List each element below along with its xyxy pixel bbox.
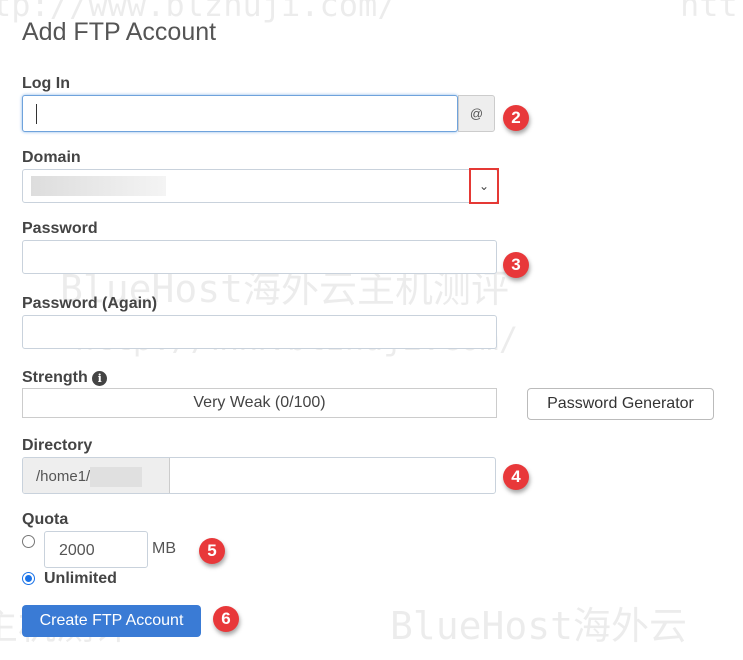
info-icon[interactable]: i: [92, 371, 108, 386]
domain-select[interactable]: [22, 169, 498, 203]
quota-input[interactable]: 2000: [44, 531, 148, 568]
quota-unit: MB: [152, 540, 176, 557]
directory-prefix: /home1/: [23, 458, 170, 493]
create-ftp-account-button[interactable]: Create FTP Account: [22, 605, 201, 637]
password-label: Password: [22, 220, 98, 237]
password-input[interactable]: [22, 240, 497, 274]
directory-prefix-text: /home1/: [36, 467, 91, 485]
password-again-label: Password (Again): [22, 295, 158, 312]
directory-label: Directory: [22, 437, 93, 454]
domain-label: Domain: [22, 149, 81, 166]
watermark: BlueHost海外云: [390, 604, 688, 648]
blurred-domain: [31, 176, 166, 196]
strength-label-text: Strength: [22, 369, 88, 386]
step-badge: 5: [199, 538, 225, 564]
blurred-username: [90, 467, 143, 487]
chevron-down-icon[interactable]: ⌄: [469, 168, 499, 204]
login-label: Log In: [22, 75, 70, 92]
strength-label: Strength i: [22, 369, 108, 387]
password-generator-button[interactable]: Password Generator: [527, 388, 714, 420]
quota-unlimited-radio[interactable]: [22, 572, 35, 585]
strength-meter: Very Weak (0/100): [22, 388, 497, 418]
quota-limited-radio[interactable]: [22, 535, 35, 548]
step-badge: 2: [503, 105, 529, 131]
page-title: Add FTP Account: [22, 18, 217, 46]
step-badge: 6: [213, 606, 239, 632]
quota-label: Quota: [22, 511, 69, 528]
watermark: htt: [680, 0, 738, 24]
password-again-input[interactable]: [22, 315, 497, 349]
step-badge: 4: [503, 464, 529, 490]
directory-input[interactable]: [171, 458, 495, 493]
step-badge: 3: [503, 252, 529, 278]
login-input[interactable]: [22, 95, 458, 132]
at-addon: @: [458, 95, 495, 132]
directory-group: /home1/: [22, 457, 496, 494]
unlimited-label[interactable]: Unlimited: [44, 570, 117, 588]
